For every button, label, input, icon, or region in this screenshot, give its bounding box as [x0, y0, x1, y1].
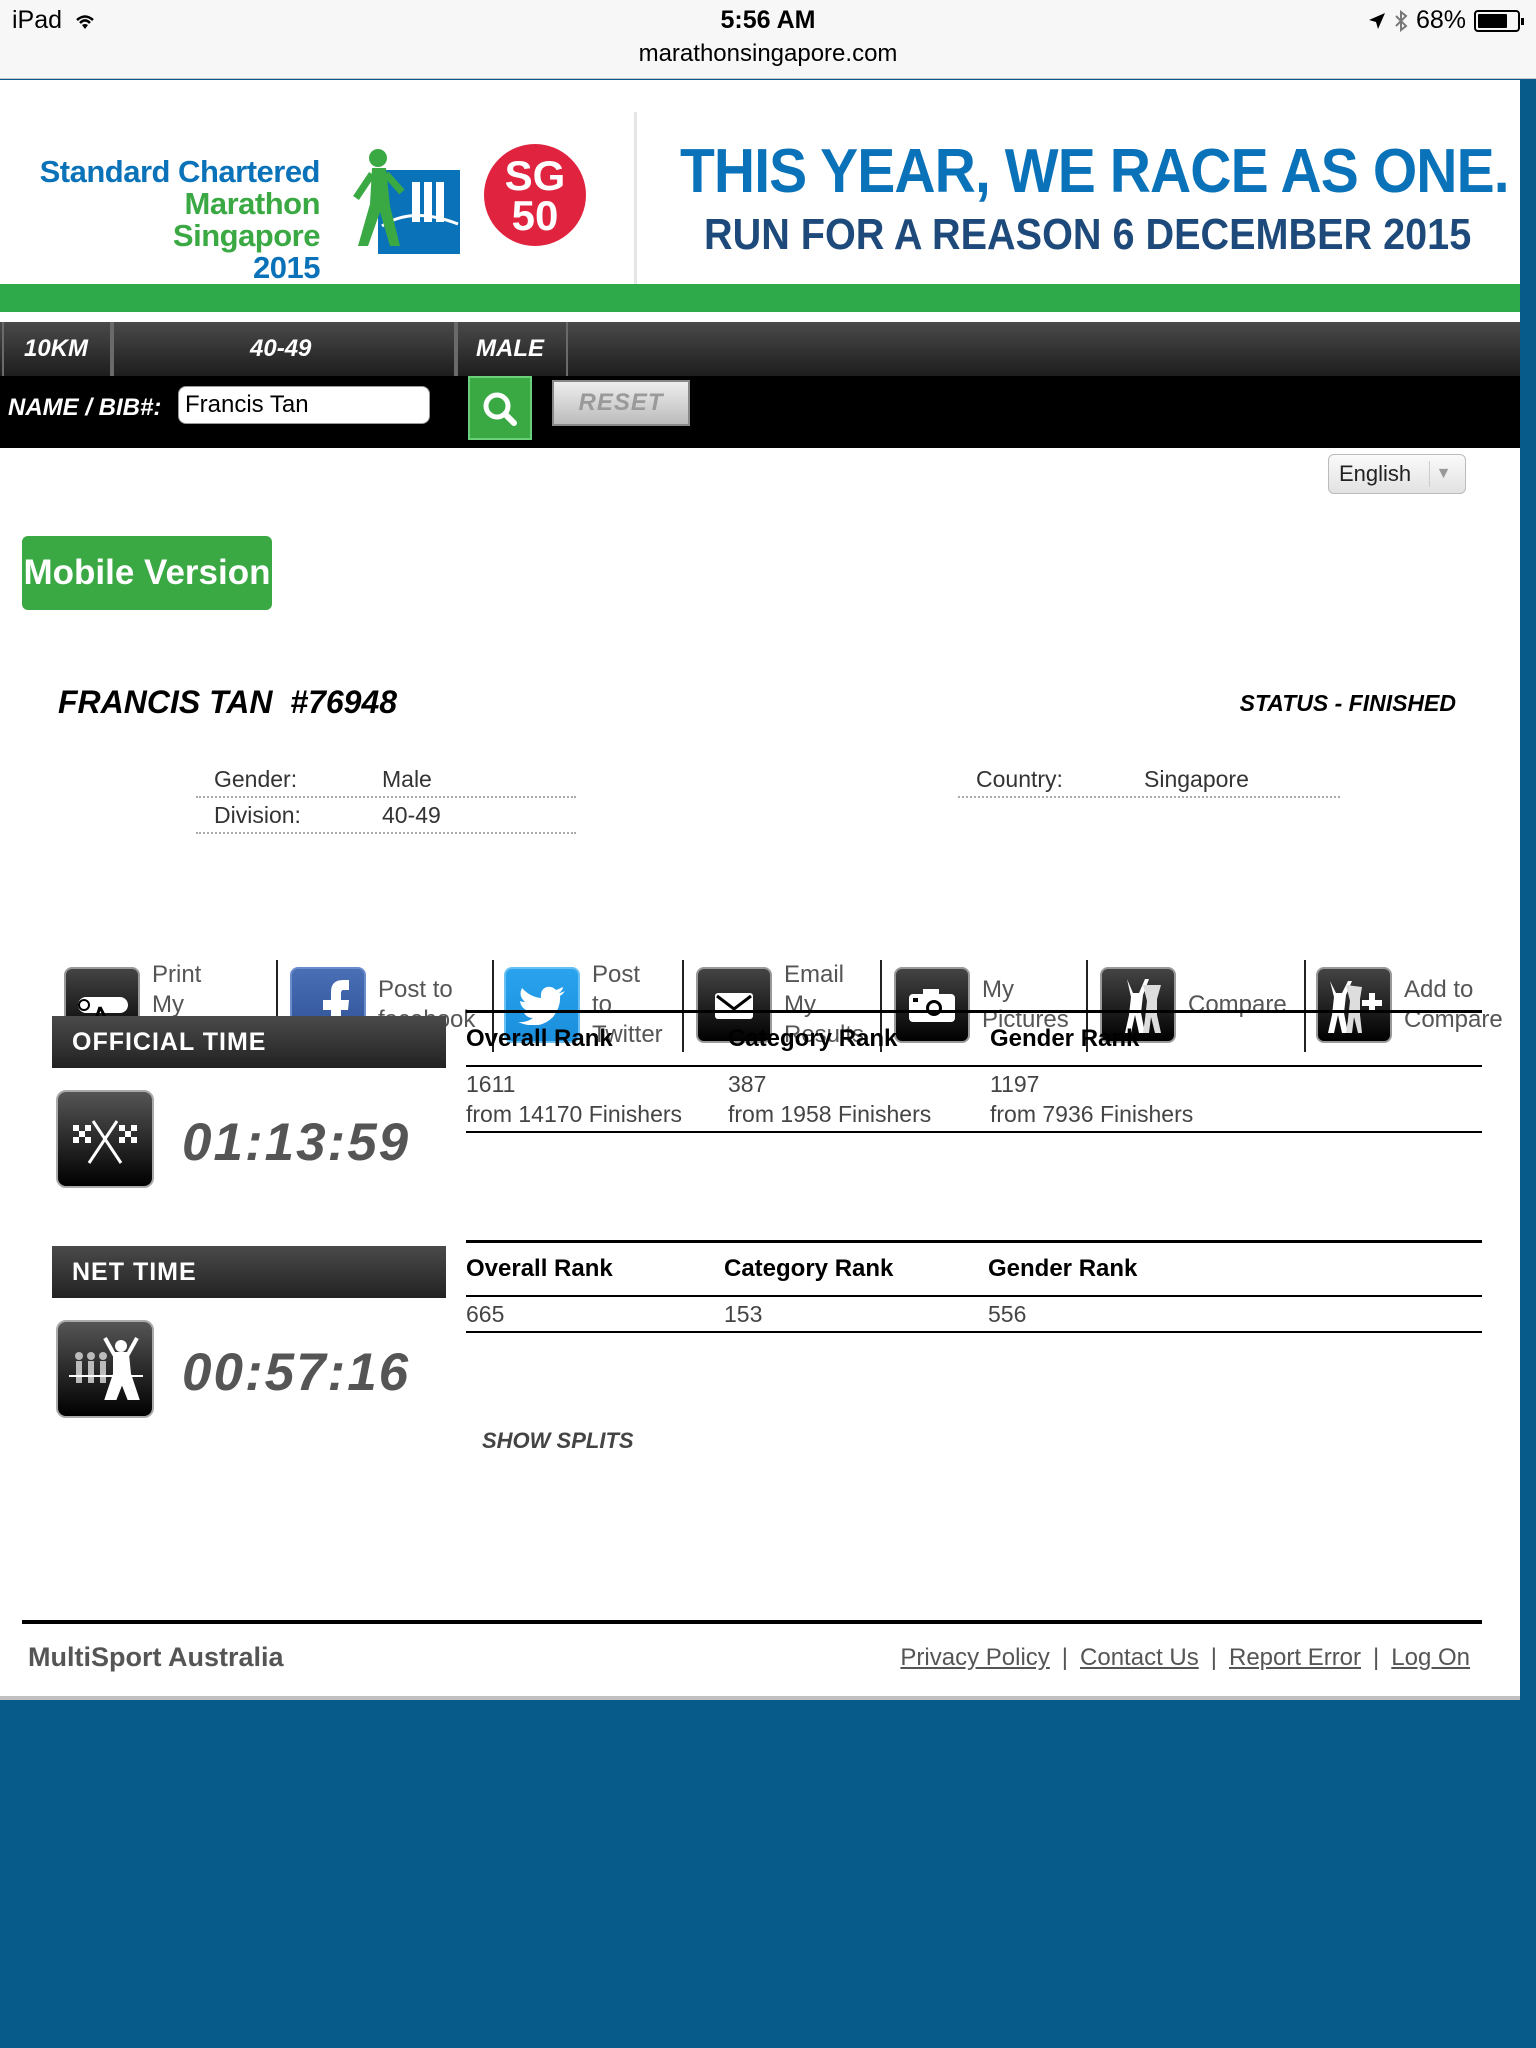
filter-distance[interactable]: 10KM — [2, 322, 112, 376]
footer-brand: MultiSport Australia — [28, 1642, 284, 1672]
search-bar: NAME / BIB#: RESET — [0, 376, 1520, 448]
official-rank-header: Overall Rank Category Rank Gender Rank — [466, 1013, 1482, 1067]
category-rank-header: Category Rank — [728, 1025, 898, 1052]
location-icon — [1368, 12, 1385, 29]
net-rank-row: 665 153 556 — [466, 1297, 1482, 1333]
country-row: Country: Singapore — [958, 762, 1340, 798]
language-selected: English — [1339, 461, 1412, 486]
status-indicators: 68% — [1368, 6, 1524, 35]
link-separator: | — [1373, 1644, 1380, 1671]
gender-rank-header: Gender Rank — [990, 1025, 1140, 1052]
net-rank-table: Overall Rank Category Rank Gender Rank 6… — [466, 1240, 1482, 1333]
search-icon — [483, 392, 517, 426]
runner-logo-icon — [353, 149, 460, 254]
footer-divider — [22, 1620, 1482, 1624]
show-splits-link[interactable]: SHOW SPLITS — [482, 1428, 634, 1454]
sg50-badge: SG 50 — [484, 144, 586, 246]
division-value: 40-49 — [382, 802, 441, 828]
filter-bar: 10KM 40-49 MALE — [0, 322, 1520, 376]
official-time-label: OFFICIAL TIME — [52, 1016, 446, 1068]
gender-value: Male — [382, 766, 432, 792]
category-rank-cell: 153 — [724, 1301, 763, 1327]
banner-divider — [634, 112, 637, 308]
finish-line-runner-icon — [56, 1320, 154, 1418]
slogan-subline: RUN FOR A REASON 6 DECEMBER 2015 — [704, 210, 1472, 259]
report-error-link[interactable]: Report Error — [1229, 1644, 1361, 1671]
search-label: NAME / BIB#: — [8, 394, 162, 421]
gender-rank-header: Gender Rank — [988, 1255, 1138, 1282]
page-bottom-border — [0, 1696, 1520, 1700]
overall-rank-cell: 1611 from 14170 Finishers — [466, 1071, 683, 1127]
status-badge: STATUS - FINISHED — [1239, 690, 1456, 716]
dropdown-arrow-icon: ▼ — [1429, 461, 1457, 487]
overall-rank-cell: 665 — [466, 1301, 505, 1327]
filter-gender[interactable]: MALE — [456, 322, 568, 376]
battery-icon — [1474, 9, 1524, 32]
link-separator: | — [1061, 1644, 1069, 1671]
category-rank-cell: 387 from 1958 Finishers — [728, 1071, 932, 1127]
official-time-value: 01:13:59 — [182, 1113, 411, 1172]
footer-links: Privacy Policy | Contact Us | Report Error | L… — [900, 1644, 1470, 1672]
search-button[interactable] — [468, 376, 532, 440]
banner-green-stripe — [0, 284, 1520, 312]
category-rank-header: Category Rank — [724, 1255, 894, 1282]
clock: 5:56 AM — [720, 6, 816, 34]
overall-rank-header: Overall Rank — [466, 1255, 613, 1282]
language-select[interactable]: English ▼ — [1328, 454, 1466, 494]
division-row: Division: 40-49 — [196, 798, 576, 834]
net-rank-header: Overall Rank Category Rank Gender Rank — [466, 1243, 1482, 1297]
results-page: Standard Chartered Marathon Singapore 20… — [0, 80, 1520, 1700]
net-time-value: 00:57:16 — [182, 1343, 411, 1402]
gender-label: Gender: — [214, 766, 298, 792]
contact-us-link[interactable]: Contact Us — [1080, 1644, 1199, 1671]
link-separator: | — [1210, 1644, 1217, 1671]
gender-rank-cell: 1197 from 7936 Finishers — [990, 1071, 1194, 1127]
gender-rank-cell: 556 — [988, 1301, 1027, 1327]
log-on-link[interactable]: Log On — [1391, 1644, 1470, 1671]
gender-row: Gender: Male — [196, 762, 576, 798]
country-value: Singapore — [1144, 766, 1249, 792]
event-banner: Standard Chartered Marathon Singapore 20… — [0, 80, 1520, 312]
privacy-policy-link[interactable]: Privacy Policy — [900, 1644, 1049, 1671]
mobile-version-button[interactable]: Mobile Version — [22, 536, 272, 610]
net-time-label: NET TIME — [52, 1246, 446, 1298]
checkered-flags-icon — [56, 1090, 154, 1188]
name-bib-input[interactable] — [178, 386, 430, 424]
browser-status-bar: iPad 5:56 AM marathonsingapore.com 68% — [0, 0, 1536, 79]
official-rank-table: Overall Rank Category Rank Gender Rank 1… — [466, 1010, 1482, 1133]
slogan-headline: THIS YEAR, WE RACE AS ONE. — [680, 137, 1510, 206]
filter-age-group[interactable]: 40-49 — [112, 322, 456, 376]
reset-button[interactable]: RESET — [552, 380, 690, 426]
address-bar[interactable]: marathonsingapore.com — [0, 40, 1536, 68]
division-label: Division: — [214, 802, 301, 828]
event-logo: Standard Chartered Marathon Singapore 20… — [39, 154, 321, 285]
official-rank-row: 1611 from 14170 Finishers 387 from 1958 Fi… — [466, 1067, 1482, 1133]
scroll-edge — [1520, 80, 1536, 112]
overall-rank-header: Overall Rank — [466, 1025, 613, 1052]
country-label: Country: — [976, 766, 1063, 792]
battery-percent: 68% — [1415, 6, 1466, 34]
bluetooth-icon — [1395, 9, 1408, 32]
runner-name-bib: FRANCIS TAN #76948 — [58, 684, 398, 720]
